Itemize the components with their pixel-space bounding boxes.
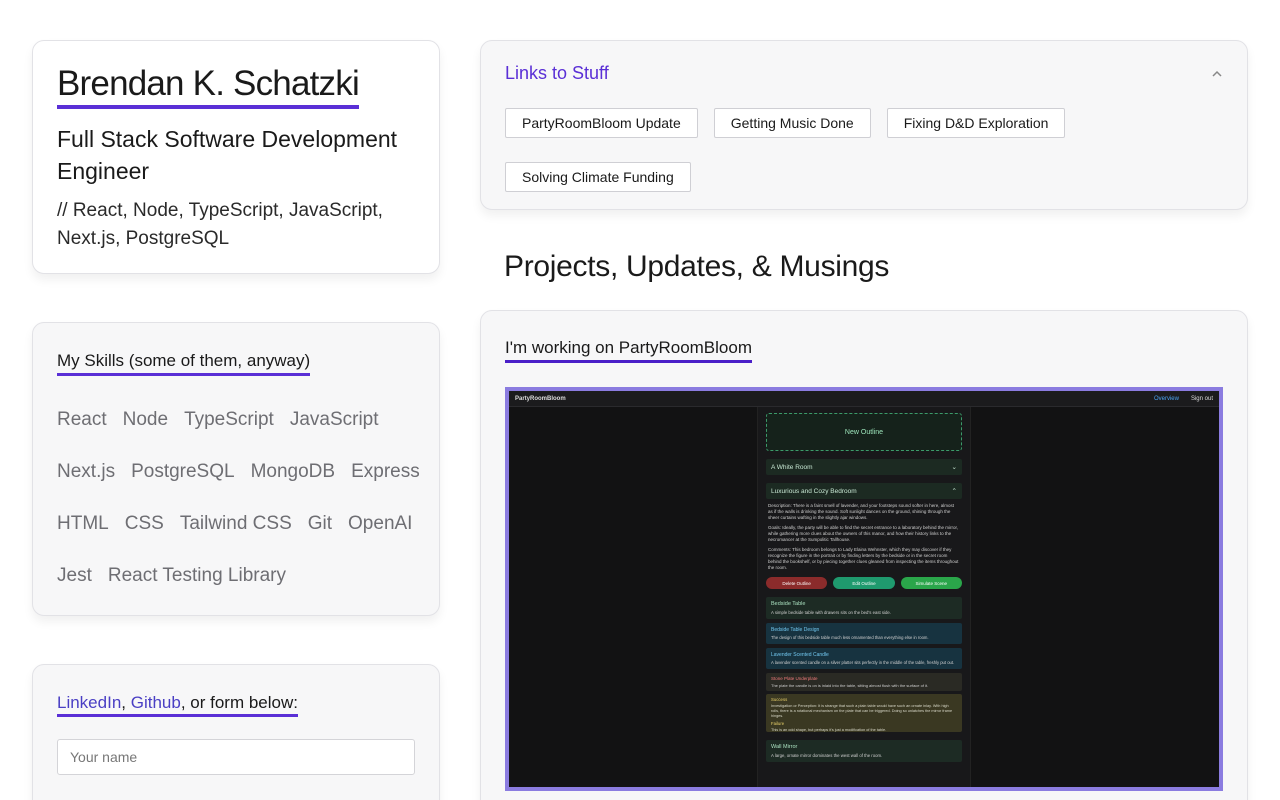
chevron-down-icon: ⌄ bbox=[951, 464, 957, 471]
skills-card: My Skills (some of them, anyway) React N… bbox=[32, 322, 440, 616]
screenshot-room: Luxurious and Cozy Bedroom ⌃ bbox=[766, 483, 962, 499]
link-button-dnd[interactable]: Fixing D&D Exploration bbox=[886, 108, 1066, 138]
skill-item: MongoDB bbox=[250, 461, 336, 482]
link-button-music[interactable]: Getting Music Done bbox=[713, 108, 871, 138]
screenshot-nav-signout: Sign out bbox=[1190, 395, 1213, 402]
screenshot-room-label: Luxurious and Cozy Bedroom bbox=[771, 487, 857, 495]
screenshot-failure-label: Failure bbox=[771, 721, 785, 726]
skill-item: JavaScript bbox=[289, 409, 379, 430]
profile-stack: // React, Node, TypeScript, JavaScript, … bbox=[57, 199, 383, 249]
post-screenshot: PartyRoomBloom Overview Sign out New Out… bbox=[505, 387, 1223, 791]
link-buttons: PartyRoomBloom Update Getting Music Done… bbox=[505, 108, 1185, 192]
github-link[interactable]: Github bbox=[131, 693, 181, 712]
section-title: Projects, Updates, & Musings bbox=[504, 250, 890, 283]
skill-item: HTML bbox=[57, 513, 109, 534]
screenshot-navbar: PartyRoomBloom Overview Sign out bbox=[509, 391, 1219, 407]
links-title: Links to Stuff bbox=[505, 63, 609, 83]
screenshot-item-desc: The plate the candle is on is inlaid int… bbox=[771, 683, 929, 688]
contact-card: LinkedIn, Github, or form below: bbox=[32, 664, 440, 800]
screenshot-item: Bedside Table A simple bedside table wit… bbox=[766, 597, 962, 619]
screenshot-outcome: Success Investigation or Perception: It … bbox=[766, 694, 962, 732]
screenshot-goals: Goals: Ideally, the party will be able t… bbox=[768, 525, 959, 542]
profile-name: Brendan K. Schatzki bbox=[57, 64, 360, 109]
screenshot-delete-button: Delete Outline bbox=[766, 577, 828, 589]
screenshot-item: Lavender Scented Candle A lavender scent… bbox=[766, 648, 962, 669]
screenshot-item-title: Stone Plate Underplate bbox=[771, 676, 818, 681]
chevron-up-icon: ⌃ bbox=[951, 488, 957, 495]
skill-item: Tailwind CSS bbox=[179, 513, 292, 534]
intro-card: Brendan K. Schatzki Full Stack Software … bbox=[32, 40, 440, 274]
screenshot-item-desc: A lavender scented candle on a silver pl… bbox=[771, 660, 955, 665]
screenshot-item-desc: The design of this bedside table much le… bbox=[771, 635, 929, 640]
linkedin-link[interactable]: LinkedIn bbox=[57, 693, 121, 712]
screenshot-item-title: Bedside Table bbox=[771, 601, 806, 607]
screenshot-item-desc: A simple bedside table with drawers sits… bbox=[771, 610, 892, 615]
link-button-climate[interactable]: Solving Climate Funding bbox=[505, 162, 691, 192]
screenshot-item-desc: A large, ornate mirror dominates the wes… bbox=[771, 753, 883, 758]
name-input[interactable] bbox=[57, 739, 415, 775]
screenshot-brand: PartyRoomBloom bbox=[515, 395, 566, 402]
contact-separator: , bbox=[121, 693, 127, 712]
screenshot-new-outline: New Outline bbox=[766, 413, 962, 451]
screenshot-comments: Comments: This bedroom belongs to Lady E… bbox=[768, 547, 959, 570]
post-card: I'm working on PartyRoomBloom PartyRoomB… bbox=[480, 310, 1248, 800]
screenshot-simulate-button: Simulate Scene bbox=[900, 577, 962, 589]
screenshot-buttons: Delete Outline Edit Outline Simulate Sce… bbox=[766, 577, 962, 589]
post-title[interactable]: I'm working on PartyRoomBloom bbox=[505, 338, 752, 363]
screenshot-item: Stone Plate Underplate The plate the can… bbox=[766, 673, 962, 691]
screenshot-item: Wall Mirror A large, ornate mirror domin… bbox=[766, 740, 962, 762]
screenshot-description: Description: There is a faint smell of l… bbox=[768, 503, 955, 520]
screenshot-item-title: Bedside Table Design bbox=[771, 627, 820, 633]
skill-item: OpenAI bbox=[348, 513, 413, 534]
links-accordion-header[interactable]: Links to Stuff bbox=[505, 63, 1223, 84]
links-card: Links to Stuff PartyRoomBloom Update Get… bbox=[480, 40, 1248, 210]
skills-heading: My Skills (some of them, anyway) bbox=[57, 351, 311, 376]
link-button-partyroombloom[interactable]: PartyRoomBloom Update bbox=[505, 108, 698, 138]
screenshot-nav-overview: Overview bbox=[1153, 395, 1179, 402]
screenshot-edit-button: Edit Outline bbox=[833, 577, 895, 589]
screenshot-item: Bedside Table Design The design of this … bbox=[766, 623, 962, 644]
screenshot-success-label: Success bbox=[771, 697, 788, 702]
contact-heading: LinkedIn, Github, or form below: bbox=[57, 693, 298, 717]
screenshot-room: A White Room ⌄ bbox=[766, 459, 962, 475]
skill-item: PostgreSQL bbox=[131, 461, 235, 482]
screenshot-column: New Outline A White Room ⌄ Luxurious and … bbox=[757, 407, 971, 787]
chevron-up-icon[interactable] bbox=[1211, 68, 1223, 80]
skill-item: Express bbox=[351, 461, 420, 482]
screenshot-item-title: Wall Mirror bbox=[771, 744, 798, 750]
skill-item: Node bbox=[122, 409, 169, 430]
screenshot-failure-text: This is an odd shape, but perhaps it's j… bbox=[771, 728, 887, 732]
skill-item: Git bbox=[307, 513, 333, 534]
skill-item: TypeScript bbox=[184, 409, 274, 430]
skill-item: React bbox=[57, 409, 107, 430]
contact-suffix: , or form below: bbox=[180, 693, 298, 712]
skill-item: Next.js bbox=[57, 461, 116, 482]
screenshot-room-label: A White Room bbox=[771, 463, 813, 471]
skill-item: Jest bbox=[57, 565, 92, 586]
skill-item: React Testing Library bbox=[107, 565, 286, 586]
skill-item: CSS bbox=[124, 513, 164, 534]
screenshot-success-text: Investigation or Perception: It is stran… bbox=[771, 704, 953, 718]
screenshot-item-title: Lavender Scented Candle bbox=[771, 652, 829, 658]
profile-role: Full Stack Software Development Engineer bbox=[57, 125, 398, 184]
skills-list: React Node TypeScript JavaScript Next.js… bbox=[57, 394, 427, 602]
